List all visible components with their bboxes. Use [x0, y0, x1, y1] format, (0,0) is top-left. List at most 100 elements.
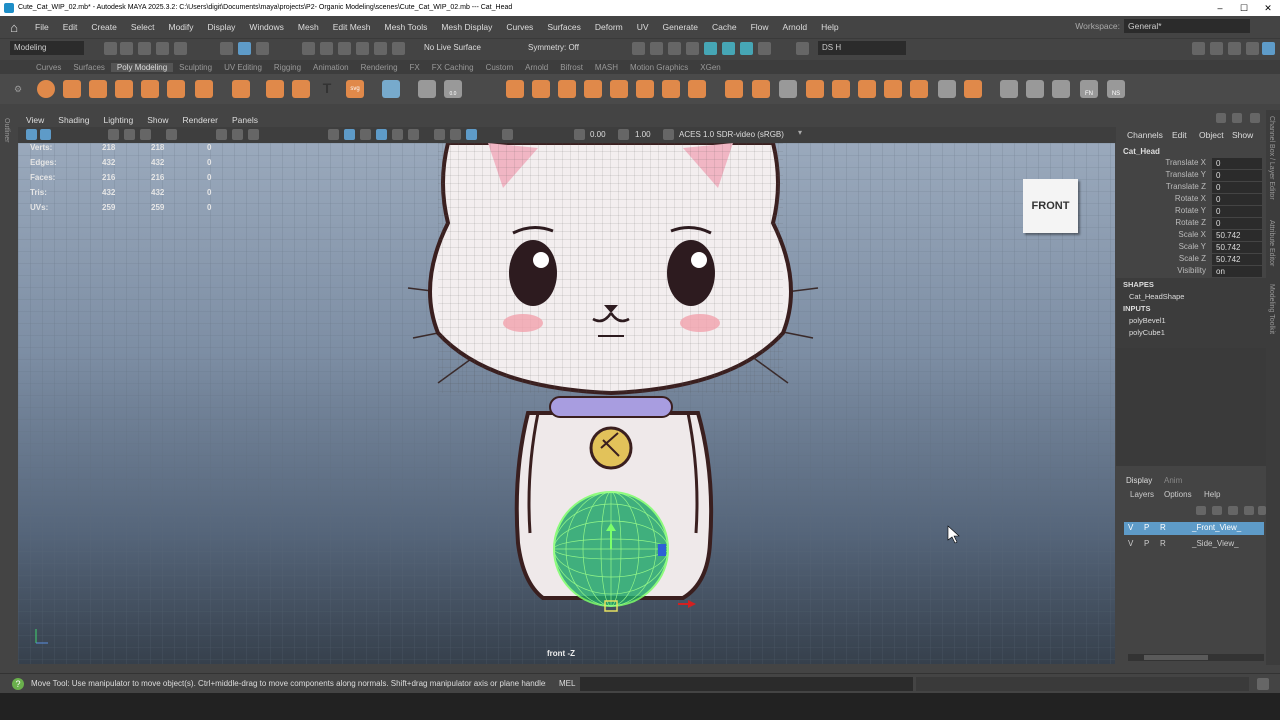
shelf-tab-rigging[interactable]: Rigging: [268, 63, 307, 72]
grease-pencil-icon[interactable]: [166, 129, 177, 140]
viewport-menu-shading[interactable]: Shading: [58, 115, 103, 125]
side-tab-modeling-toolkit[interactable]: Modeling Toolkit: [1268, 284, 1275, 334]
menu-cache[interactable]: Cache: [705, 22, 744, 32]
outliner-strip[interactable]: Outliner: [0, 110, 18, 665]
toggle-outliner-icon[interactable]: [1262, 42, 1275, 55]
insert-edge-loop-icon[interactable]: [779, 80, 797, 98]
ipr-render-icon[interactable]: [668, 42, 681, 55]
offset-edge-loop-icon[interactable]: [806, 80, 824, 98]
shelf-tab-rendering[interactable]: Rendering: [355, 63, 404, 72]
shelf-tab-uv-editing[interactable]: UV Editing: [218, 63, 268, 72]
unfold-uvs-icon[interactable]: 0.0: [444, 80, 462, 98]
freeze-normals-icon[interactable]: FN: [1080, 80, 1098, 98]
smooth-shade-icon[interactable]: [344, 129, 355, 140]
snap-grid-icon[interactable]: [302, 42, 315, 55]
script-editor-icon[interactable]: [1257, 678, 1269, 690]
layout-uvs-icon[interactable]: [418, 80, 436, 98]
arnold-render-view-icon[interactable]: [740, 42, 753, 55]
input-node-polycube[interactable]: polyCube1: [1129, 328, 1165, 337]
open-scene-icon[interactable]: [120, 42, 133, 55]
viewport-menu-show[interactable]: Show: [147, 115, 182, 125]
shelf-tab-surfaces[interactable]: Surfaces: [67, 63, 111, 72]
channel-scale-z[interactable]: Scale Z 50.742: [1116, 254, 1266, 266]
layer-scrollbar[interactable]: [1128, 654, 1264, 661]
camera-attributes-icon[interactable]: [40, 129, 51, 140]
pause-ipr-icon[interactable]: [758, 42, 771, 55]
viewport-menu-view[interactable]: View: [26, 115, 58, 125]
poly-disc-icon[interactable]: [195, 80, 213, 98]
move-layer-up-icon[interactable]: [1196, 506, 1206, 515]
channel-translate-x[interactable]: Translate X0: [1116, 158, 1266, 170]
menu-mesh[interactable]: Mesh: [291, 22, 326, 32]
layer-tab-display[interactable]: Display: [1126, 476, 1152, 485]
exposure-icon[interactable]: [574, 129, 585, 140]
new-layer-from-selection-icon[interactable]: [1244, 506, 1254, 515]
minimize-button[interactable]: –: [1208, 0, 1232, 16]
sync-icon[interactable]: [1232, 113, 1242, 123]
menu-help[interactable]: Help: [814, 22, 845, 32]
menu-windows[interactable]: Windows: [242, 22, 290, 32]
redo-icon[interactable]: [174, 42, 187, 55]
side-tab-channel-box[interactable]: Channel Box / Layer Editor: [1268, 116, 1275, 200]
edit-icon[interactable]: [1250, 113, 1260, 123]
maximize-button[interactable]: ☐: [1232, 0, 1256, 16]
workspace-dropdown[interactable]: General*: [1124, 19, 1250, 33]
toggle-channel-box-icon[interactable]: [1246, 42, 1259, 55]
snap-curve-icon[interactable]: [320, 42, 333, 55]
viewport-menu-renderer[interactable]: Renderer: [183, 115, 232, 125]
menu-edit-mesh[interactable]: Edit Mesh: [326, 22, 378, 32]
viewport-front[interactable]: Verts: 218 218 0 Edges: 432 432 0 Faces:…: [18, 143, 1115, 664]
viewport-menu-lighting[interactable]: Lighting: [103, 115, 147, 125]
menu-file[interactable]: File: [28, 22, 56, 32]
menu-generate[interactable]: Generate: [656, 22, 705, 32]
uv-editor-icon[interactable]: [382, 80, 400, 98]
channel-translate-z[interactable]: Translate Z0: [1116, 182, 1266, 194]
poly-type-icon[interactable]: T: [318, 80, 336, 98]
layer-menu-options[interactable]: Options: [1164, 490, 1192, 499]
menu-deform[interactable]: Deform: [588, 22, 630, 32]
input-node-polybevel[interactable]: polyBevel1: [1129, 316, 1166, 325]
view-transform-dropdown[interactable]: ACES 1.0 SDR-video (sRGB): [679, 130, 784, 139]
command-language[interactable]: MEL: [559, 679, 575, 688]
shelf-tab-fx-caching[interactable]: FX Caching: [426, 63, 480, 72]
target-weld-icon[interactable]: [752, 80, 770, 98]
menu-select[interactable]: Select: [124, 22, 162, 32]
gamma-value[interactable]: 1.00: [635, 130, 651, 139]
shelf-tab-poly-modeling[interactable]: Poly Modeling: [110, 62, 174, 72]
pin-icon[interactable]: [1216, 113, 1226, 123]
home-icon[interactable]: ⌂: [0, 20, 28, 35]
snap-settings-icon[interactable]: [392, 42, 405, 55]
bridge-icon[interactable]: [662, 80, 680, 98]
symmetry-dropdown[interactable]: Symmetry: Off: [528, 43, 579, 52]
channel-rotate-z[interactable]: Rotate Z0: [1116, 218, 1266, 230]
boolean-icon[interactable]: [584, 80, 602, 98]
menu-arnold[interactable]: Arnold: [776, 22, 815, 32]
viewport-menu-panels[interactable]: Panels: [232, 115, 272, 125]
menu-curves[interactable]: Curves: [499, 22, 540, 32]
shelf-tab-animation[interactable]: Animation: [307, 63, 355, 72]
extrude-icon[interactable]: [636, 80, 654, 98]
menu-display[interactable]: Display: [201, 22, 243, 32]
select-camera-icon[interactable]: [26, 129, 37, 140]
live-surface-label[interactable]: No Live Surface: [424, 43, 481, 52]
layer-scrollbar-thumb[interactable]: [1144, 655, 1208, 660]
toggle-modeling-toolkit-icon[interactable]: [1192, 42, 1205, 55]
view-cube[interactable]: FRONT: [1023, 179, 1078, 233]
collapse-icon[interactable]: [910, 80, 928, 98]
layer-side-view[interactable]: V P R _Side_View_: [1124, 538, 1264, 551]
chevron-down-icon[interactable]: ▾: [798, 128, 802, 137]
wedge-icon[interactable]: [884, 80, 902, 98]
gamma-icon[interactable]: [618, 129, 629, 140]
bookmark-icon[interactable]: [108, 129, 119, 140]
select-by-object-icon[interactable]: [256, 42, 269, 55]
shelf-tab-fx[interactable]: FX: [404, 63, 426, 72]
poly-torus-icon[interactable]: [141, 80, 159, 98]
snap-view-plane-icon[interactable]: [356, 42, 369, 55]
channel-rotate-x[interactable]: Rotate X0: [1116, 194, 1266, 206]
wireframe-icon[interactable]: [328, 129, 339, 140]
fill-hole-icon[interactable]: [858, 80, 876, 98]
toggle-tool-settings-icon[interactable]: [1228, 42, 1241, 55]
select-tool-icon[interactable]: [220, 42, 233, 55]
menu-flow[interactable]: Flow: [744, 22, 776, 32]
channel-rotate-y[interactable]: Rotate Y0: [1116, 206, 1266, 218]
